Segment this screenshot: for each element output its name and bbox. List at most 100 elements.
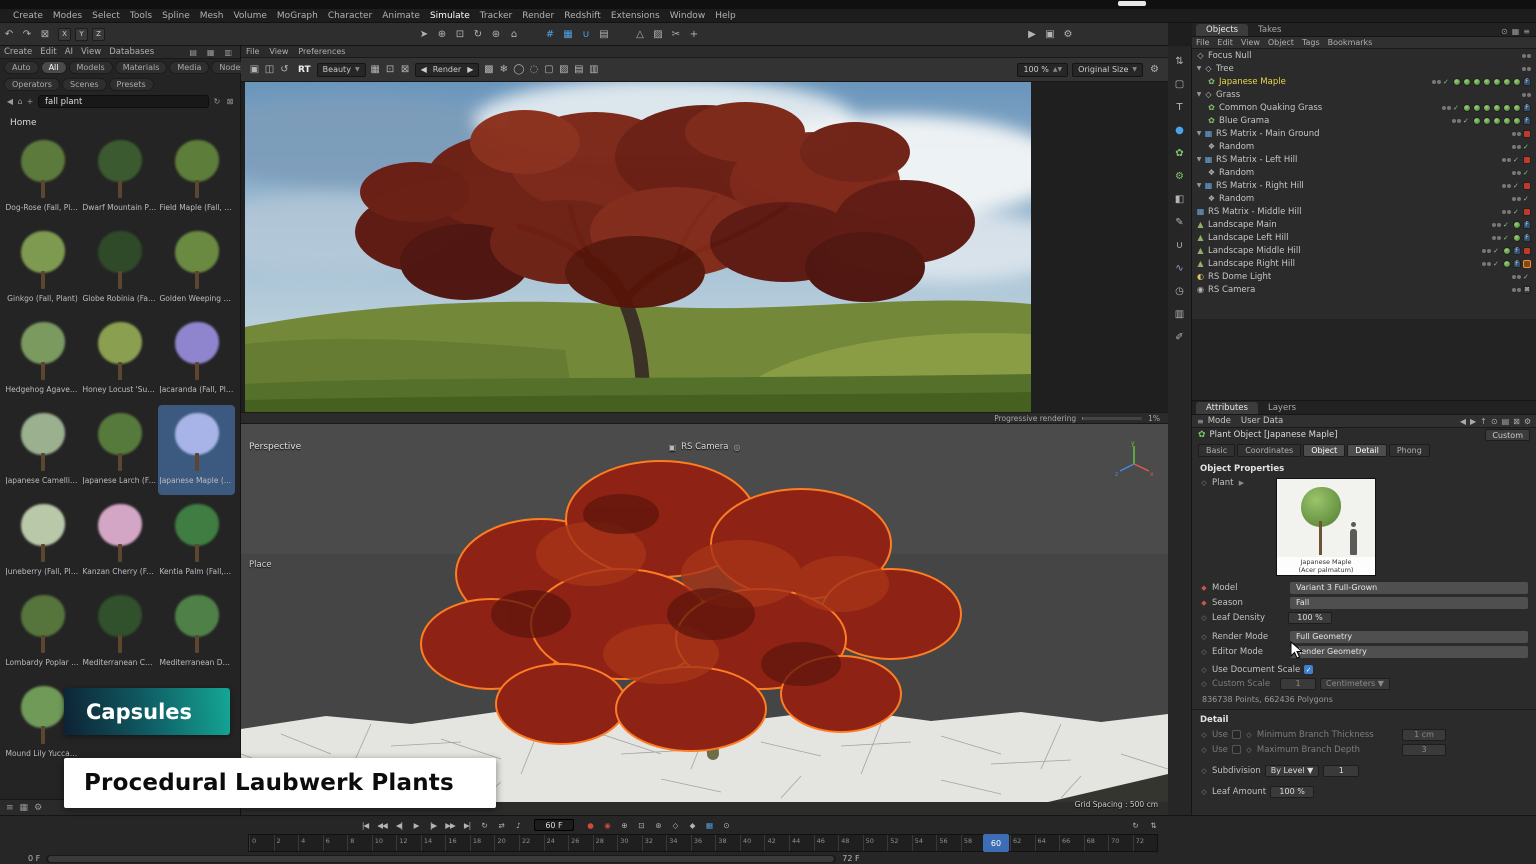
enabled-check-icon[interactable]: ✓ bbox=[1523, 143, 1531, 151]
add-icon[interactable]: + bbox=[25, 97, 35, 106]
material-chip[interactable] bbox=[1453, 78, 1461, 86]
menu-ai[interactable]: AI bbox=[61, 47, 77, 57]
asset-item[interactable]: Juneberry (Fall, Plant) bbox=[4, 496, 81, 586]
object-row[interactable]: ▼ ◇ Tree ✓ F ⊠ bbox=[1192, 62, 1536, 75]
menu-item[interactable]: Extensions bbox=[606, 11, 665, 21]
om-menu-file[interactable]: File bbox=[1192, 38, 1213, 47]
menu-edit[interactable]: Edit bbox=[36, 47, 60, 57]
pingpong-icon[interactable]: ⇄ bbox=[494, 818, 508, 832]
object-row[interactable]: ▼ ▲ Landscape Right Hill ✓ F ⊠ bbox=[1192, 257, 1536, 270]
aov-icon[interactable]: ▤ bbox=[571, 61, 586, 78]
asset-item[interactable]: Japanese Maple (Fall, ... bbox=[158, 405, 235, 495]
rt-toggle[interactable]: RT bbox=[294, 65, 315, 75]
enabled-check-icon[interactable]: ✓ bbox=[1513, 156, 1521, 164]
object-label[interactable]: RS Camera bbox=[1206, 285, 1255, 295]
quantize-icon[interactable]: ▦ bbox=[559, 26, 577, 43]
record-icon[interactable]: ● bbox=[583, 818, 597, 832]
expand-arrow-icon[interactable]: ▼ bbox=[1195, 91, 1203, 98]
object-row[interactable]: ▼ ✿ Blue Grama ✓ F ⊠ bbox=[1192, 114, 1536, 127]
menu-view[interactable]: View bbox=[77, 47, 105, 57]
subdivision-input[interactable]: 1 bbox=[1323, 765, 1359, 777]
keyframe-icon[interactable]: ◆ bbox=[685, 818, 699, 832]
enabled-check-icon[interactable]: ✓ bbox=[1523, 195, 1531, 203]
object-label[interactable]: Landscape Left Hill bbox=[1206, 233, 1289, 243]
rv-menu-view[interactable]: View bbox=[264, 47, 293, 56]
object-row[interactable]: ▼ ✿ Japanese Maple ✓ F ⊠ bbox=[1192, 75, 1536, 88]
magnet-snap-icon[interactable]: ∪ bbox=[577, 26, 595, 43]
snowflake-icon[interactable]: ❄ bbox=[496, 61, 511, 78]
menu-item[interactable]: Character bbox=[323, 11, 377, 21]
refresh-icon[interactable]: ↻ bbox=[212, 97, 222, 106]
axis-lock-button[interactable]: X bbox=[58, 28, 71, 41]
object-label[interactable]: Blue Grama bbox=[1217, 116, 1269, 126]
object-row[interactable]: ▼ ▲ Landscape Left Hill ✓ F ⊠ bbox=[1192, 231, 1536, 244]
asset-item[interactable]: Japanese Camellia (Fa... bbox=[4, 405, 81, 495]
redshift-tag-chip[interactable] bbox=[1523, 208, 1531, 216]
asset-item[interactable]: Jacaranda (Fall, Plant) bbox=[158, 314, 235, 404]
leaf-amount-input[interactable]: 100 % bbox=[1270, 786, 1314, 798]
material-chip[interactable] bbox=[1503, 117, 1511, 125]
pencil-icon[interactable]: ✐ bbox=[1172, 330, 1188, 344]
visibility-dots[interactable] bbox=[1502, 158, 1511, 162]
render-mode-select[interactable]: Full Geometry bbox=[1290, 631, 1528, 643]
timeline-ruler[interactable]: 0246810121416182022242628303234363840424… bbox=[248, 834, 1158, 852]
mode-menu[interactable]: Mode bbox=[1208, 416, 1237, 426]
asset-item[interactable]: Field Maple (Fall, Plant) bbox=[158, 132, 235, 222]
lock-icon[interactable]: ⊠ bbox=[225, 97, 235, 106]
render-settings-icon[interactable]: ⚙ bbox=[1059, 26, 1077, 43]
current-frame-marker[interactable]: 60 bbox=[983, 834, 1009, 852]
redshift-tag-chip[interactable] bbox=[1523, 247, 1531, 255]
prev-key-icon[interactable]: ◀◀ bbox=[375, 818, 389, 832]
category-tab[interactable]: Object bbox=[1303, 444, 1345, 457]
expand-arrow-icon[interactable]: ▼ bbox=[1195, 156, 1203, 163]
history-icon[interactable]: ↺ bbox=[277, 61, 292, 78]
crop-icon[interactable]: ⊡ bbox=[383, 61, 398, 78]
visibility-dots[interactable] bbox=[1512, 145, 1521, 149]
timeline-range-slider[interactable] bbox=[46, 855, 836, 863]
material-chip[interactable] bbox=[1513, 234, 1521, 242]
details-view-icon[interactable]: ▥ bbox=[220, 48, 236, 57]
asset-item[interactable]: Globe Robinia (Fall, Pl... bbox=[81, 223, 158, 313]
enabled-check-icon[interactable]: ✓ bbox=[1443, 78, 1451, 86]
region-render-icon[interactable]: ▢ bbox=[541, 61, 556, 78]
enabled-check-icon[interactable]: ✓ bbox=[1503, 234, 1511, 242]
visibility-dots[interactable] bbox=[1432, 80, 1441, 84]
menu-item[interactable]: Tools bbox=[125, 11, 157, 21]
asset-item[interactable]: Dwarf Mountain Pine (Fall, Plant) bbox=[81, 132, 158, 222]
render-pass-select[interactable]: Beauty▼ bbox=[317, 63, 366, 77]
frame-selection-icon[interactable]: ▢ bbox=[1172, 77, 1188, 91]
om-menu-edit[interactable]: Edit bbox=[1213, 38, 1237, 47]
circle-icon[interactable]: ◯ bbox=[511, 61, 526, 78]
object-label[interactable]: RS Matrix - Left Hill bbox=[1214, 155, 1297, 165]
menu-item[interactable]: Simulate bbox=[425, 11, 475, 21]
menu-databases[interactable]: Databases bbox=[105, 47, 158, 57]
model-mode-icon[interactable]: △ bbox=[631, 26, 649, 43]
anim-dot-icon[interactable]: ◇ bbox=[1200, 788, 1208, 796]
record-parameter-icon[interactable]: ◇ bbox=[668, 818, 682, 832]
scale-tool-icon[interactable]: ⊡ bbox=[451, 26, 469, 43]
panel-tab[interactable]: Attributes bbox=[1196, 402, 1258, 414]
visibility-dots[interactable] bbox=[1512, 132, 1521, 136]
object-row[interactable]: ▼ ✿ Common Quaking Grass ✓ F ⊠ bbox=[1192, 101, 1536, 114]
filter-tab[interactable]: Models bbox=[69, 61, 113, 74]
menu-create[interactable]: Create bbox=[0, 47, 36, 57]
next-key-icon[interactable]: ▶▶ bbox=[443, 818, 457, 832]
material-chip[interactable] bbox=[1513, 104, 1521, 112]
object-label[interactable]: Random bbox=[1217, 168, 1254, 178]
f-tag-chip[interactable]: F bbox=[1513, 247, 1521, 255]
axis-mode-icon[interactable]: + bbox=[685, 26, 703, 43]
redo-icon[interactable]: ↷ bbox=[18, 26, 36, 43]
object-label[interactable]: Common Quaking Grass bbox=[1217, 103, 1322, 113]
visibility-dots[interactable] bbox=[1482, 249, 1491, 253]
move-tool-icon[interactable]: ⊕ bbox=[433, 26, 451, 43]
enabled-check-icon[interactable]: ✓ bbox=[1513, 182, 1521, 190]
leaf-density-input[interactable]: 100 % bbox=[1288, 612, 1332, 624]
material-chip[interactable] bbox=[1513, 221, 1521, 229]
asset-item[interactable]: Honey Locust 'Sunbur... bbox=[81, 314, 158, 404]
redshift-material-icon[interactable]: ● bbox=[1172, 123, 1188, 137]
record-position-icon[interactable]: ⊕ bbox=[617, 818, 631, 832]
custom-button[interactable]: Custom bbox=[1485, 429, 1530, 441]
menu-item[interactable]: Help bbox=[710, 11, 741, 21]
visibility-dots[interactable] bbox=[1522, 67, 1531, 71]
visibility-dots[interactable] bbox=[1512, 275, 1521, 279]
